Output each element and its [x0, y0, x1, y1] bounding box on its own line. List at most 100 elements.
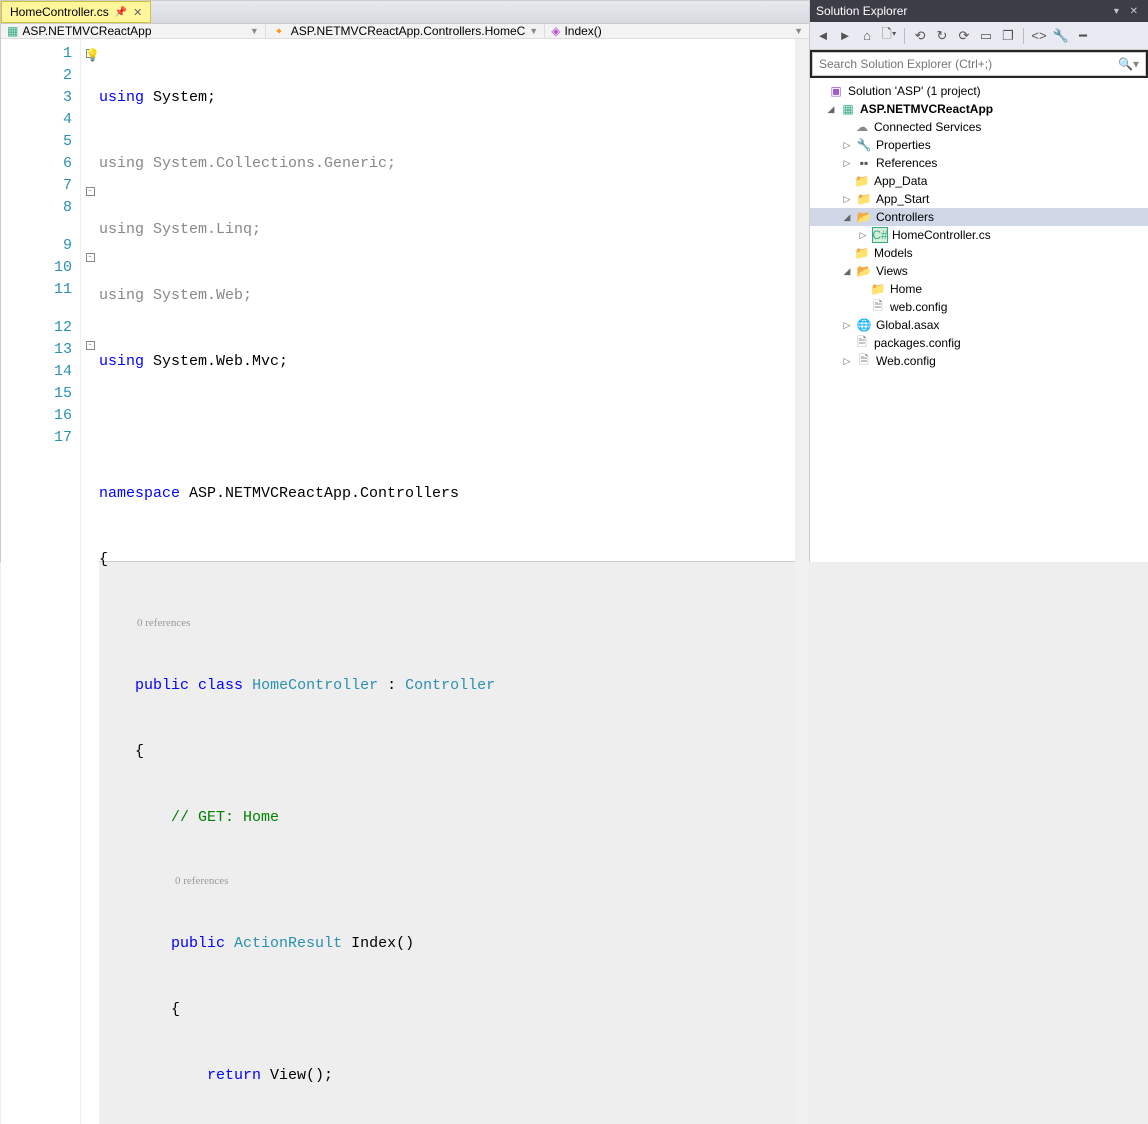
code-text: System;	[144, 89, 216, 106]
nav-method[interactable]: ◈ Index() ▼	[545, 24, 809, 38]
chevron-right-icon[interactable]: ▷	[842, 194, 852, 205]
home-icon[interactable]: ⌂	[858, 27, 876, 45]
fold-toggle[interactable]: -	[86, 187, 95, 196]
references-icon: ▪▪	[856, 155, 872, 171]
code-icon[interactable]: <>	[1030, 27, 1048, 45]
chevron-right-icon[interactable]: ▷	[842, 356, 852, 367]
close-icon[interactable]: ✕	[133, 6, 142, 19]
file-tab[interactable]: HomeController.cs 📌 ✕	[1, 1, 151, 23]
tree-properties[interactable]: ▷🔧Properties	[810, 136, 1148, 154]
tree-label: App_Start	[876, 192, 929, 206]
scope-icon[interactable]: ⟲	[911, 27, 929, 45]
tree-webconfig[interactable]: 🗎web.config	[810, 298, 1148, 316]
chevron-down-icon[interactable]: ◢	[842, 266, 852, 277]
chevron-down-icon: ▼	[529, 26, 538, 36]
fold-toggle[interactable]: -	[86, 253, 95, 262]
codelens[interactable]: 0 references	[175, 875, 228, 887]
code-text: Index()	[342, 935, 414, 952]
collapse-icon[interactable]: ⟳	[955, 27, 973, 45]
search-input[interactable]	[819, 57, 1118, 71]
code-text: using	[99, 221, 144, 238]
solution-search[interactable]: 🔍▾	[812, 52, 1146, 76]
tree-home-folder[interactable]: 📁Home	[810, 280, 1148, 298]
separator	[1023, 28, 1024, 44]
line-number: 9	[1, 235, 72, 257]
showall-icon[interactable]: ▭	[977, 27, 995, 45]
folder-icon: 📁	[854, 173, 870, 189]
chevron-down-icon[interactable]: ◢	[826, 104, 836, 115]
tree-label: Solution 'ASP' (1 project)	[848, 84, 981, 98]
tree-controllers[interactable]: ◢📂Controllers	[810, 208, 1148, 226]
class-icon: 🔸	[272, 24, 287, 38]
nav-class-label: ASP.NETMVCReactApp.Controllers.HomeC	[291, 24, 526, 38]
fold-toggle[interactable]: -	[86, 341, 95, 350]
code-text: :	[378, 677, 405, 694]
tree-global[interactable]: ▷🌐Global.asax	[810, 316, 1148, 334]
refresh-icon[interactable]: ↻	[933, 27, 951, 45]
preview-icon[interactable]: ━	[1074, 27, 1092, 45]
line-number: 14	[1, 361, 72, 383]
tree-appdata[interactable]: 📁App_Data	[810, 172, 1148, 190]
globe-icon: 🌐	[856, 317, 872, 333]
line-number: 8	[1, 197, 72, 219]
tree-project[interactable]: ◢▦ASP.NETMVCReactApp	[810, 100, 1148, 118]
tree-views[interactable]: ◢📂Views	[810, 262, 1148, 280]
code-text: View();	[261, 1067, 333, 1084]
tree-models[interactable]: 📁Models	[810, 244, 1148, 262]
tree-references[interactable]: ▷▪▪References	[810, 154, 1148, 172]
tree-connected-services[interactable]: ☁Connected Services	[810, 118, 1148, 136]
tree-label: Models	[874, 246, 913, 260]
line-number: 1	[1, 43, 72, 65]
method-icon: ◈	[551, 24, 560, 38]
codelens[interactable]: 0 references	[137, 617, 190, 629]
search-icon[interactable]: 🔍▾	[1118, 57, 1139, 71]
code-text: class	[198, 677, 243, 694]
tree-label: Controllers	[876, 210, 934, 224]
wrench-icon: 🔧	[856, 137, 872, 153]
panel-title: Solution Explorer	[816, 4, 907, 18]
tree-solution[interactable]: ▣Solution 'ASP' (1 project)	[810, 82, 1148, 100]
copy-icon[interactable]: ❐	[999, 27, 1017, 45]
sync-icon[interactable]: 🗋▾	[880, 27, 898, 45]
window-controls[interactable]: ▾ ✕	[1114, 6, 1142, 17]
code-text: {	[171, 1001, 180, 1018]
properties-icon[interactable]: 🔧	[1052, 27, 1070, 45]
project-icon: ▦	[840, 101, 856, 117]
line-number: 7	[1, 175, 72, 197]
nav-project[interactable]: ▦ ASP.NETMVCReactApp ▼	[1, 24, 266, 38]
code-text: using	[99, 287, 144, 304]
tab-strip: HomeController.cs 📌 ✕	[1, 1, 809, 24]
separator	[904, 28, 905, 44]
vertical-scrollbar[interactable]	[795, 39, 809, 1124]
solution-toolbar: ◄ ► ⌂ 🗋▾ ⟲ ↻ ⟳ ▭ ❐ <> 🔧 ━	[810, 22, 1148, 50]
chevron-down-icon[interactable]: ◢	[842, 212, 852, 223]
code-text: Controller	[405, 677, 495, 694]
nav-project-label: ASP.NETMVCReactApp	[22, 24, 151, 38]
code-area[interactable]: 💡 1 2 3 4 5 6 7 8 9 10 11 12 13 14 15 16…	[1, 39, 809, 1124]
code-text: namespace	[99, 485, 180, 502]
chevron-right-icon[interactable]: ▷	[842, 140, 852, 151]
pin-icon[interactable]: 📌	[115, 7, 127, 18]
solution-explorer-title: Solution Explorer ▾ ✕	[810, 0, 1148, 22]
tree-label: HomeController.cs	[892, 228, 991, 242]
chevron-right-icon[interactable]: ▷	[842, 320, 852, 331]
tree-webconfig-root[interactable]: ▷🗎Web.config	[810, 352, 1148, 370]
chevron-right-icon[interactable]: ▷	[858, 230, 868, 241]
forward-icon[interactable]: ►	[836, 27, 854, 45]
code-text: System.Web;	[144, 287, 252, 304]
back-icon[interactable]: ◄	[814, 27, 832, 45]
folder-icon: 📁	[870, 281, 886, 297]
tree-packages[interactable]: 🗎packages.config	[810, 334, 1148, 352]
solution-tree[interactable]: ▣Solution 'ASP' (1 project) ◢▦ASP.NETMVC…	[810, 78, 1148, 562]
code-text: System.Web.Mvc;	[144, 353, 288, 370]
tree-homecontroller[interactable]: ▷C#HomeController.cs	[810, 226, 1148, 244]
chevron-right-icon[interactable]: ▷	[842, 158, 852, 169]
nav-class[interactable]: 🔸 ASP.NETMVCReactApp.Controllers.HomeC ▼	[266, 24, 545, 38]
lightbulb-icon[interactable]: 💡	[85, 45, 100, 67]
chevron-down-icon: ▼	[250, 26, 259, 36]
nav-method-label: Index()	[564, 24, 601, 38]
tree-appstart[interactable]: ▷📁App_Start	[810, 190, 1148, 208]
folder-open-icon: 📂	[856, 263, 872, 279]
chevron-down-icon: ▼	[794, 26, 803, 36]
code-content[interactable]: using System; using System.Collections.G…	[99, 39, 809, 1124]
